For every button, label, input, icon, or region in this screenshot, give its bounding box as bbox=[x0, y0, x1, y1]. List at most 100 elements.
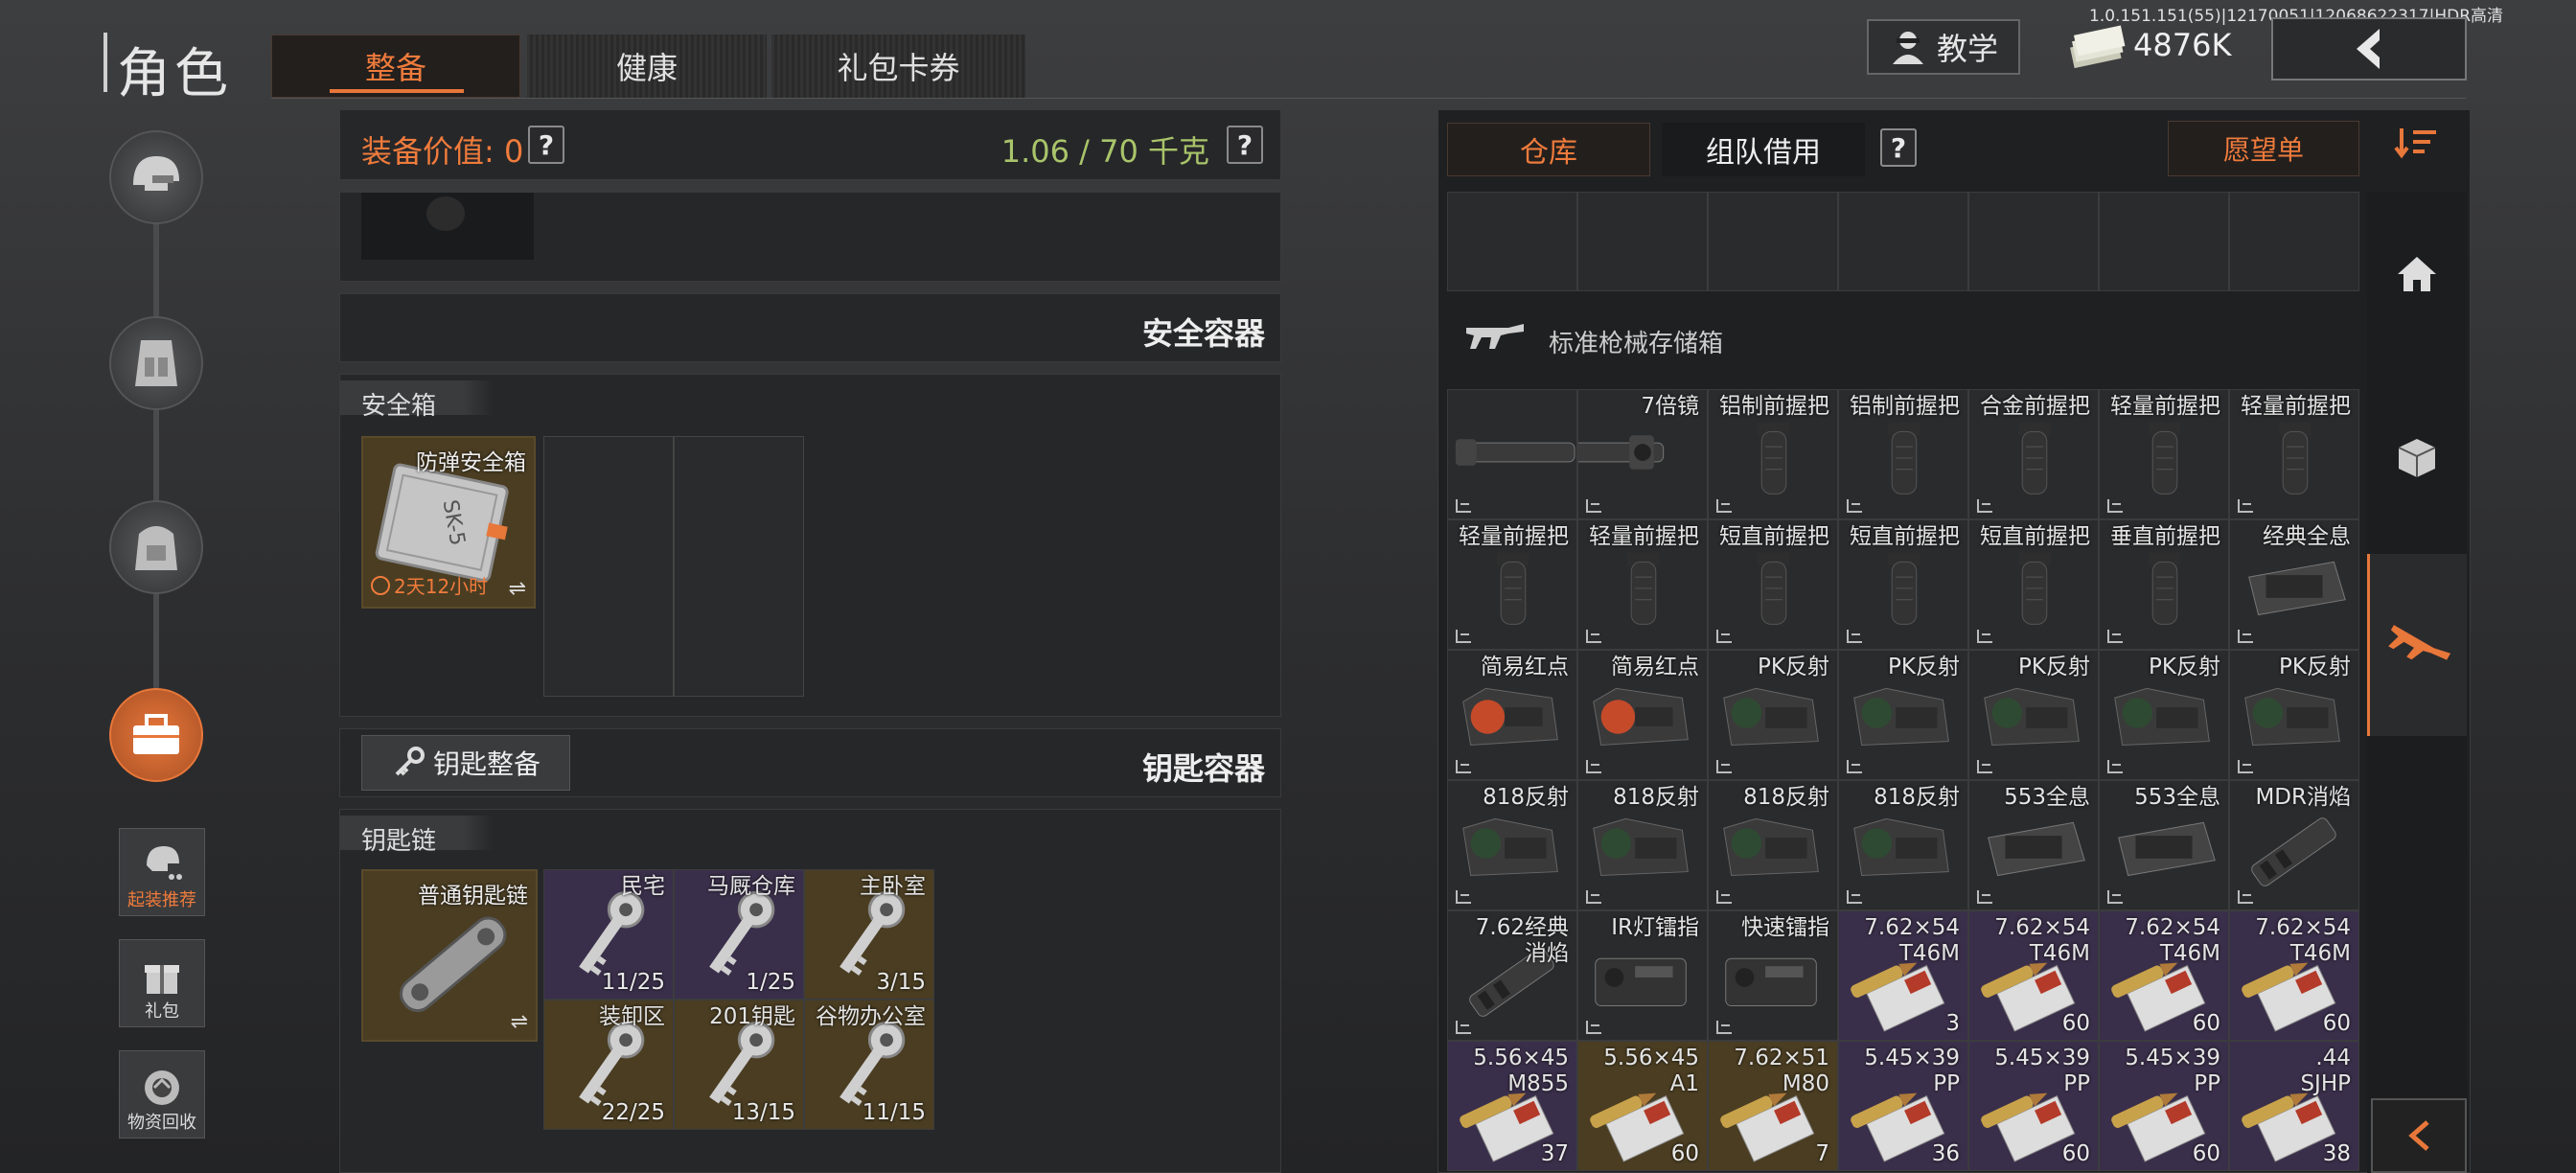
item-count: 60 bbox=[2322, 1011, 2351, 1036]
equip-value-help-button[interactable]: ? bbox=[528, 126, 564, 164]
collapse-button[interactable] bbox=[2371, 1098, 2467, 1173]
empty-slot[interactable] bbox=[1708, 192, 1838, 291]
key-item[interactable]: 民宅 11/25 bbox=[543, 869, 674, 1000]
warehouse-item[interactable]: PK反射 bbox=[1968, 650, 2099, 780]
empty-slot[interactable] bbox=[2099, 192, 2229, 291]
tab-health[interactable]: 健康 bbox=[527, 34, 767, 98]
warehouse-item[interactable]: 5.56×45 M855 37 bbox=[1447, 1041, 1577, 1171]
empty-slot[interactable] bbox=[2229, 192, 2359, 291]
tab-warehouse-label: 仓库 bbox=[1520, 136, 1577, 170]
item-name: PK反射 bbox=[1888, 655, 1960, 679]
item-name: 7.62×51 M80 bbox=[1734, 1046, 1829, 1096]
keychain-item[interactable]: 普通钥匙链 ⇌ bbox=[361, 869, 538, 1042]
warehouse-item[interactable]: 轻量前握把 bbox=[2099, 389, 2229, 519]
page-title: 角色 bbox=[117, 43, 232, 105]
warehouse-item[interactable]: 5.45×39 PP 36 bbox=[1838, 1041, 1968, 1171]
category-home[interactable] bbox=[2367, 226, 2467, 322]
warehouse-item[interactable]: 垂直前握把 bbox=[2099, 519, 2229, 650]
warehouse-item[interactable]: 818反射 bbox=[1447, 780, 1577, 910]
helmet-icon bbox=[133, 156, 179, 191]
safe-box-item[interactable]: SK-5 防弹安全箱 2天12小时 ⇌ bbox=[361, 436, 536, 609]
warehouse-item[interactable]: 818反射 bbox=[1838, 780, 1968, 910]
warehouse-item[interactable]: 短直前握把 bbox=[1838, 519, 1968, 650]
warehouse-item[interactable]: 轻量前握把 bbox=[1577, 519, 1708, 650]
sidebar-bag[interactable] bbox=[109, 500, 203, 594]
item-name: 818反射 bbox=[1613, 785, 1699, 810]
sort-icon[interactable] bbox=[2392, 125, 2440, 163]
safe-box-slot-2[interactable] bbox=[674, 436, 804, 697]
warehouse-item[interactable]: 553全息 bbox=[1968, 780, 2099, 910]
warehouse-item[interactable]: 7.62经典 消焰 bbox=[1447, 910, 1577, 1041]
warehouse-item[interactable]: 7.62×51 M80 7 bbox=[1708, 1041, 1838, 1171]
tab-warehouse[interactable]: 仓库 bbox=[1447, 123, 1650, 176]
weight-help-button[interactable]: ? bbox=[1227, 126, 1263, 164]
sidebar-helmet[interactable] bbox=[109, 130, 203, 224]
key-item[interactable]: 马厩仓库 1/25 bbox=[674, 869, 804, 1000]
safe-box-slot-1[interactable] bbox=[543, 436, 674, 697]
warehouse-item[interactable]: 7.62×54 T46M 60 bbox=[1968, 910, 2099, 1041]
item-name: 短直前握把 bbox=[1980, 524, 2090, 549]
empty-slot[interactable] bbox=[1577, 192, 1708, 291]
partial-slot-cell[interactable] bbox=[361, 193, 534, 260]
weight-value: 1.06 / 70 千克 bbox=[1000, 133, 1209, 170]
tab-gift-coupons[interactable]: 礼包卡券 bbox=[771, 34, 1025, 98]
starter-kit-button[interactable]: 起装推荐 bbox=[119, 828, 205, 916]
key-item[interactable]: 主卧室 3/15 bbox=[804, 869, 934, 1000]
keychain-swap-icon[interactable]: ⇌ bbox=[511, 1010, 528, 1034]
secure-container-header: 安全容器 bbox=[339, 293, 1281, 362]
item-name: 短直前握把 bbox=[1850, 524, 1960, 549]
back-button[interactable] bbox=[2271, 17, 2467, 80]
attach-marker-icon bbox=[1847, 890, 1862, 904]
warehouse-item[interactable]: IR灯镭指 bbox=[1577, 910, 1708, 1041]
warehouse-item[interactable]: 7.62×54 T46M 60 bbox=[2099, 910, 2229, 1041]
warehouse-item[interactable]: MDR消焰 bbox=[2229, 780, 2359, 910]
warehouse-item[interactable]: 简易红点 bbox=[1577, 650, 1708, 780]
attach-marker-icon bbox=[1977, 499, 1992, 513]
warehouse-item[interactable]: 7.62×54 T46M 3 bbox=[1838, 910, 1968, 1041]
warehouse-item[interactable]: 553全息 bbox=[2099, 780, 2229, 910]
key-equip-button[interactable]: 钥匙整备 bbox=[361, 735, 570, 791]
warehouse-item[interactable] bbox=[1447, 389, 1577, 519]
warehouse-item[interactable]: .44 SJHP 38 bbox=[2229, 1041, 2359, 1171]
category-rifles[interactable] bbox=[2367, 554, 2467, 736]
warehouse-item[interactable]: 818反射 bbox=[1708, 780, 1838, 910]
empty-slot[interactable] bbox=[1968, 192, 2099, 291]
key-item[interactable]: 201钥匙 13/15 bbox=[674, 1000, 804, 1130]
warehouse-item[interactable]: 7倍镜 bbox=[1577, 389, 1708, 519]
key-item[interactable]: 装卸区 22/25 bbox=[543, 1000, 674, 1130]
warehouse-item[interactable]: 轻量前握把 bbox=[1447, 519, 1577, 650]
gift-button[interactable]: 礼包 bbox=[119, 939, 205, 1027]
warehouse-item[interactable]: 轻量前握把 bbox=[2229, 389, 2359, 519]
warehouse-item[interactable]: 短直前握把 bbox=[1968, 519, 2099, 650]
warehouse-item[interactable]: 5.45×39 PP 60 bbox=[2099, 1041, 2229, 1171]
warehouse-item[interactable]: PK反射 bbox=[1708, 650, 1838, 780]
warehouse-item[interactable]: 经典全息 bbox=[2229, 519, 2359, 650]
warehouse-help-button[interactable]: ? bbox=[1880, 128, 1917, 167]
empty-slot[interactable] bbox=[1447, 192, 1577, 291]
warehouse-item[interactable]: 铝制前握把 bbox=[1838, 389, 1968, 519]
warehouse-item[interactable]: 818反射 bbox=[1577, 780, 1708, 910]
sidebar-backpack[interactable] bbox=[109, 316, 203, 410]
warehouse-item[interactable]: 7.62×54 T46M 60 bbox=[2229, 910, 2359, 1041]
recycle-button[interactable]: 物资回收 bbox=[119, 1050, 205, 1138]
warehouse-item[interactable]: 短直前握把 bbox=[1708, 519, 1838, 650]
warehouse-item[interactable]: 简易红点 bbox=[1447, 650, 1577, 780]
tutorial-button[interactable]: 教学 bbox=[1867, 19, 2020, 75]
sidebar-toolbox[interactable] bbox=[109, 688, 203, 782]
item-name: 轻量前握把 bbox=[2110, 394, 2220, 419]
warehouse-item[interactable]: PK反射 bbox=[1838, 650, 1968, 780]
warehouse-item[interactable]: 5.45×39 PP 60 bbox=[1968, 1041, 2099, 1171]
category-box[interactable] bbox=[2367, 410, 2467, 506]
key-item[interactable]: 谷物办公室 11/15 bbox=[804, 1000, 934, 1130]
warehouse-item[interactable]: PK反射 bbox=[2099, 650, 2229, 780]
warehouse-item[interactable]: 合金前握把 bbox=[1968, 389, 2099, 519]
empty-slot[interactable] bbox=[1838, 192, 1968, 291]
warehouse-item[interactable]: 快速镭指 bbox=[1708, 910, 1838, 1041]
wishlist-button[interactable]: 愿望单 bbox=[2168, 121, 2359, 176]
swap-icon[interactable]: ⇌ bbox=[509, 577, 526, 601]
tab-team-borrow[interactable]: 组队借用 bbox=[1662, 123, 1865, 176]
warehouse-item[interactable]: 铝制前握把 bbox=[1708, 389, 1838, 519]
warehouse-item[interactable]: 5.56×45 A1 60 bbox=[1577, 1041, 1708, 1171]
warehouse-item[interactable]: PK反射 bbox=[2229, 650, 2359, 780]
tab-equip[interactable]: 整备 bbox=[271, 34, 520, 98]
